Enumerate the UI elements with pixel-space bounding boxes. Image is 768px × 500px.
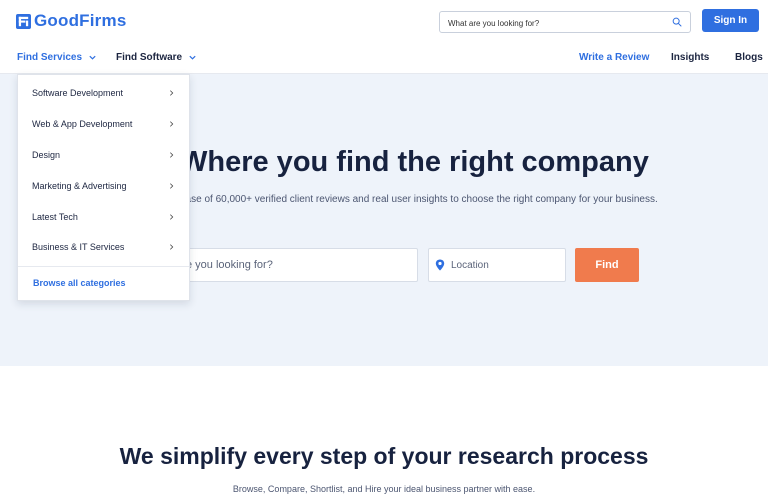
location-placeholder: Location xyxy=(451,259,489,271)
hero-title: Where you find the right company xyxy=(180,146,649,178)
chevron-right-icon xyxy=(170,152,174,158)
location-pin-icon xyxy=(435,259,445,271)
dropdown-item-design[interactable]: Design xyxy=(32,147,175,163)
header-search[interactable] xyxy=(439,11,691,33)
find-services-dropdown: Software Development Web & App Developme… xyxy=(17,74,190,301)
logo-mark-icon xyxy=(16,13,31,29)
dropdown-item-label: Business & IT Services xyxy=(32,242,125,252)
main-nav: Find Services Find Software Write a Revi… xyxy=(0,43,768,74)
browse-all-categories-link[interactable]: Browse all categories xyxy=(33,278,126,288)
dropdown-item-label: Latest Tech xyxy=(32,212,78,222)
top-header: GoodFirms Sign In xyxy=(0,0,768,44)
nav-write-review[interactable]: Write a Review xyxy=(579,52,649,63)
sign-in-button[interactable]: Sign In xyxy=(702,9,759,32)
dropdown-item-business-it-services[interactable]: Business & IT Services xyxy=(32,239,175,255)
dropdown-item-label: Web & App Development xyxy=(32,119,133,129)
nav-find-services[interactable]: Find Services xyxy=(17,52,97,63)
nav-insights[interactable]: Insights xyxy=(671,52,709,63)
nav-blogs[interactable]: Blogs xyxy=(735,52,763,63)
dropdown-item-label: Marketing & Advertising xyxy=(32,181,127,191)
nav-find-services-label: Find Services xyxy=(17,52,83,63)
hero-subtitle: base of 60,000+ verified client reviews … xyxy=(180,194,658,205)
hero-search-input[interactable]: e you looking for? xyxy=(180,248,418,282)
chevron-right-icon xyxy=(170,183,174,189)
nav-find-software-label: Find Software xyxy=(116,52,183,63)
header-search-input[interactable] xyxy=(446,14,665,32)
section-title: We simplify every step of your research … xyxy=(119,443,649,469)
search-icon[interactable] xyxy=(672,17,682,27)
chevron-right-icon xyxy=(170,214,174,220)
find-button[interactable]: Find xyxy=(575,248,639,282)
dropdown-item-software-development[interactable]: Software Development xyxy=(32,85,175,101)
logo-text: GoodFirms xyxy=(34,11,127,30)
nav-find-software[interactable]: Find Software xyxy=(116,52,197,63)
chevron-right-icon xyxy=(170,121,174,127)
dropdown-item-web-app-development[interactable]: Web & App Development xyxy=(32,116,175,132)
dropdown-divider xyxy=(18,266,189,267)
chevron-down-icon xyxy=(89,55,96,60)
chevron-right-icon xyxy=(170,90,174,96)
hero-search-text: e you looking for? xyxy=(186,259,273,271)
dropdown-item-label: Software Development xyxy=(32,88,124,98)
dropdown-item-label: Design xyxy=(32,150,61,160)
location-input[interactable]: Location xyxy=(428,248,566,282)
chevron-right-icon xyxy=(170,244,174,250)
section-subtitle: Browse, Compare, Shortlist, and Hire you… xyxy=(232,484,536,494)
dropdown-item-latest-tech[interactable]: Latest Tech xyxy=(32,209,175,225)
chevron-down-icon xyxy=(189,55,196,60)
dropdown-item-marketing-advertising[interactable]: Marketing & Advertising xyxy=(32,178,175,194)
logo[interactable]: GoodFirms xyxy=(16,11,126,31)
